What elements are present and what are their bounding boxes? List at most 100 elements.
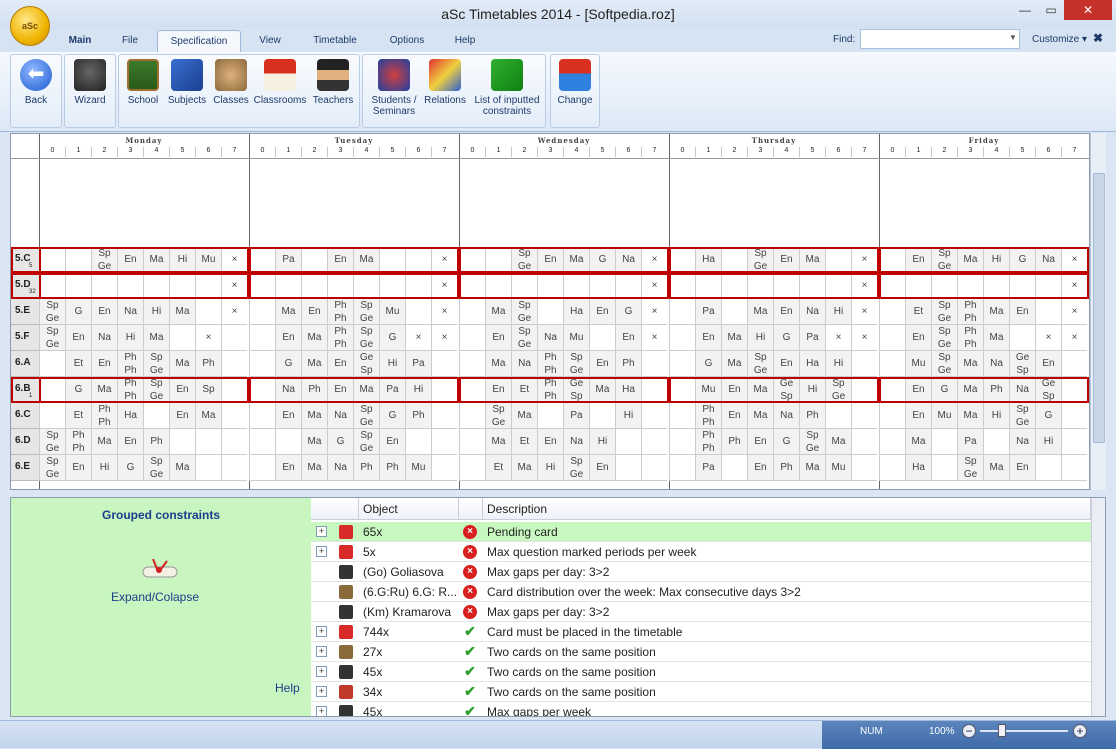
lesson-card[interactable]: Hi (825, 351, 851, 377)
lesson-card[interactable]: × (825, 325, 851, 351)
lesson-card[interactable]: Ma (301, 325, 327, 351)
constraint-row[interactable]: +65x × Pending card (311, 522, 1091, 542)
lesson-card[interactable]: Sp Ge (485, 403, 511, 429)
lesson-card[interactable]: Sp Ge (39, 455, 65, 481)
lesson-card[interactable]: Sp Ge (563, 351, 589, 377)
expand-collapse-link[interactable]: Expand/Colapse (11, 590, 299, 604)
lesson-card[interactable]: Mu (931, 403, 957, 429)
lesson-card[interactable]: Na (563, 429, 589, 455)
lesson-card[interactable] (275, 429, 301, 455)
expand-row-icon[interactable]: + (316, 666, 327, 677)
lesson-card[interactable] (39, 351, 65, 377)
lesson-card[interactable]: Ma (143, 325, 169, 351)
lesson-card[interactable] (851, 351, 877, 377)
lesson-card[interactable]: Na (511, 351, 537, 377)
lesson-card[interactable]: Hi (91, 455, 117, 481)
lesson-card[interactable] (221, 351, 247, 377)
lesson-card[interactable]: Hi (143, 299, 169, 325)
change-button[interactable]: Change (554, 59, 596, 106)
class-row-label[interactable]: 5.F (11, 325, 39, 351)
lesson-card[interactable] (459, 429, 485, 455)
lesson-card[interactable]: × (405, 325, 431, 351)
lesson-card[interactable]: Sp Ge (353, 429, 379, 455)
lesson-card[interactable]: Sp Ge (747, 351, 773, 377)
lesson-card[interactable]: En (301, 299, 327, 325)
lesson-card[interactable]: En (327, 351, 353, 377)
lesson-card[interactable]: Ma (485, 429, 511, 455)
lesson-card[interactable] (169, 325, 195, 351)
lesson-card[interactable]: Pa (957, 429, 983, 455)
expand-row-icon[interactable]: + (316, 706, 327, 716)
lesson-card[interactable]: Ma (511, 403, 537, 429)
lesson-card[interactable] (459, 455, 485, 481)
lesson-card[interactable]: Ma (195, 403, 221, 429)
lesson-card[interactable] (249, 325, 275, 351)
class-row-label[interactable]: 6.D (11, 429, 39, 455)
tab-main[interactable]: Main (60, 30, 100, 52)
lesson-card[interactable]: Na (327, 455, 353, 481)
lesson-card[interactable]: En (91, 351, 117, 377)
lesson-card[interactable]: Et (65, 351, 91, 377)
lesson-card[interactable] (669, 299, 695, 325)
lesson-card[interactable]: Sp Ge (1009, 403, 1035, 429)
lesson-card[interactable]: Pa (405, 351, 431, 377)
lesson-card[interactable] (459, 403, 485, 429)
lesson-card[interactable]: Ha (905, 455, 931, 481)
lesson-card[interactable]: En (589, 351, 615, 377)
lesson-card[interactable]: G (275, 351, 301, 377)
classes-button[interactable]: Classes (211, 59, 251, 106)
lesson-card[interactable]: × (1061, 325, 1087, 351)
lesson-card[interactable]: Ma (957, 351, 983, 377)
lesson-card[interactable] (405, 299, 431, 325)
header-object[interactable]: Object (359, 498, 459, 520)
lesson-card[interactable]: Ph Ph (327, 299, 353, 325)
lesson-card[interactable]: Hi (825, 299, 851, 325)
lesson-card[interactable]: En (169, 403, 195, 429)
lesson-card[interactable]: En (1009, 455, 1035, 481)
lesson-card[interactable] (1035, 455, 1061, 481)
expand-row-icon[interactable]: + (316, 686, 327, 697)
lesson-card[interactable]: Hi (983, 403, 1009, 429)
lesson-card[interactable]: Hi (747, 325, 773, 351)
lesson-card[interactable] (143, 403, 169, 429)
lesson-card[interactable]: En (773, 351, 799, 377)
lesson-card[interactable]: Ph Ph (957, 299, 983, 325)
relations-button[interactable]: Relations (421, 59, 469, 106)
lesson-card[interactable] (431, 403, 457, 429)
lesson-card[interactable]: Ph (143, 429, 169, 455)
expand-row-icon[interactable]: + (316, 526, 327, 537)
lesson-card[interactable]: En (485, 325, 511, 351)
lesson-card[interactable] (1061, 351, 1087, 377)
lesson-card[interactable] (459, 325, 485, 351)
lesson-card[interactable]: Sp Ge (39, 299, 65, 325)
lesson-card[interactable]: En (773, 299, 799, 325)
lesson-card[interactable]: Ph Ph (117, 351, 143, 377)
class-row-label[interactable]: 6.C (11, 403, 39, 429)
tab-options[interactable]: Options (383, 30, 431, 52)
constraint-row[interactable]: +34x ✔ Two cards on the same position (311, 682, 1091, 702)
lesson-card[interactable]: En (275, 403, 301, 429)
lesson-card[interactable]: En (905, 403, 931, 429)
lesson-card[interactable]: Ma (799, 455, 825, 481)
lesson-card[interactable]: Mu (905, 351, 931, 377)
expand-row-icon[interactable]: + (316, 626, 327, 637)
lesson-card[interactable]: Ma (301, 429, 327, 455)
lesson-card[interactable]: Ma (747, 403, 773, 429)
expand-row-icon[interactable]: + (316, 646, 327, 657)
lesson-card[interactable]: Ph (773, 455, 799, 481)
maximize-button[interactable]: ▭ (1038, 0, 1064, 20)
customize-menu[interactable]: Customize ▾ (1032, 34, 1087, 45)
lesson-card[interactable]: Ph (799, 403, 825, 429)
lesson-card[interactable]: × (851, 299, 877, 325)
lesson-card[interactable]: Ma (747, 299, 773, 325)
lesson-card[interactable]: Ma (825, 429, 851, 455)
lesson-card[interactable] (721, 299, 747, 325)
lesson-card[interactable]: Sp Ge (39, 325, 65, 351)
lesson-card[interactable]: × (431, 325, 457, 351)
lesson-card[interactable]: G (117, 455, 143, 481)
lesson-card[interactable] (879, 403, 905, 429)
lesson-card[interactable] (459, 351, 485, 377)
lesson-card[interactable] (221, 325, 247, 351)
lesson-card[interactable]: En (1035, 351, 1061, 377)
lesson-card[interactable]: × (641, 325, 667, 351)
